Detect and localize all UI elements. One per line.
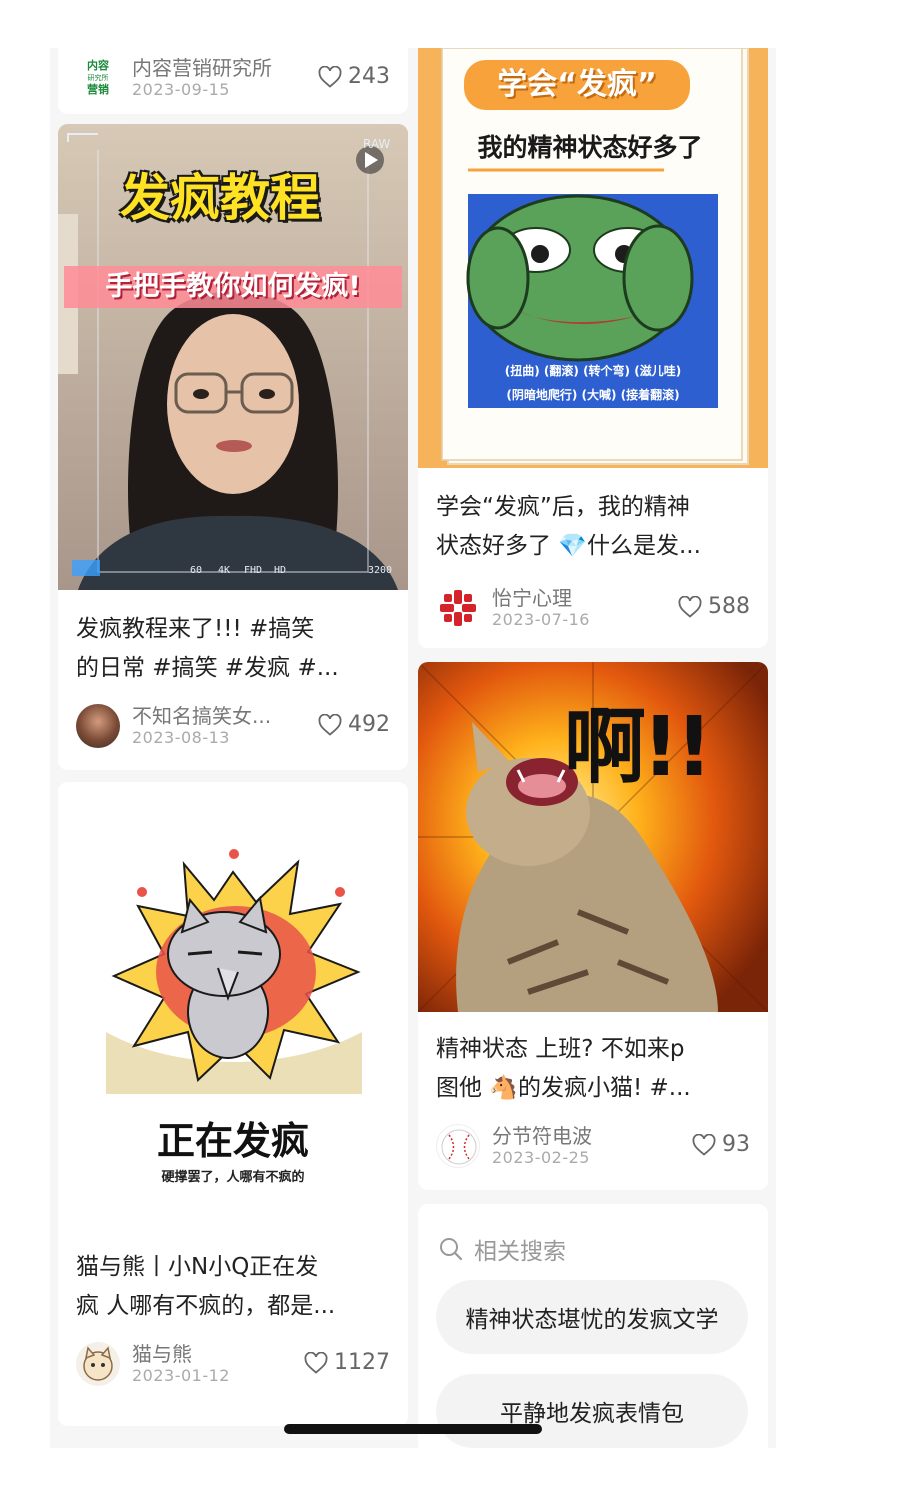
author-row: 怡宁心理 2023-07-16 588 (436, 582, 750, 634)
like-count: 93 (722, 1132, 750, 1157)
author-avatar[interactable] (436, 1124, 480, 1168)
like-count: 588 (708, 594, 750, 619)
post-title[interactable]: 精神状态 上班? 不如来p 图他 🐴的发疯小猫! #... (436, 1030, 750, 1108)
author-avatar[interactable] (76, 704, 120, 748)
heart-outline-icon (318, 65, 342, 88)
heart-outline-icon (318, 713, 342, 736)
svg-text:内容: 内容 (87, 58, 109, 72)
post-date: 2023-08-13 (132, 728, 230, 747)
cover-subtitle: 我的精神状态好多了 (477, 133, 703, 162)
author-name[interactable]: 不知名搞笑女... (132, 700, 271, 729)
post-title-line-2: 图他 🐴的发疯小猫! #... (436, 1075, 691, 1101)
svg-text:4K: 4K (218, 565, 230, 576)
like-button[interactable]: 93 (692, 1132, 750, 1157)
cover-subtitle: 手把手教你如何发疯! (64, 266, 402, 308)
like-button[interactable]: 1127 (304, 1350, 390, 1375)
svg-text:营销: 营销 (87, 82, 109, 96)
post-title-line-2: 疯 人哪有不疯的，都是... (76, 1293, 336, 1319)
cover-caption: 硬撑罢了，人哪有不疯的 (161, 1170, 305, 1185)
like-count: 1127 (334, 1350, 390, 1375)
related-search-chip[interactable]: 精神状态堪忧的发疯文学 (436, 1280, 748, 1354)
post-cover-image[interactable]: 正在发疯 硬撑罢了，人哪有不疯的 (58, 782, 408, 1236)
home-indicator[interactable] (284, 1424, 542, 1434)
svg-text:3200: 3200 (368, 565, 392, 576)
cover-heading: 正在发疯 (156, 1119, 309, 1163)
author-name[interactable]: 内容营销研究所 (132, 52, 272, 81)
cover-badge: 学会“发疯” (497, 67, 657, 102)
post-date: 2023-07-16 (492, 610, 590, 629)
post-title-line-2: 状态好多了 💎什么是发... (436, 533, 701, 559)
post-date: 2023-02-25 (492, 1148, 590, 1167)
author-name[interactable]: 怡宁心理 (492, 582, 572, 611)
post-card-content-marketing[interactable]: 内容 研究所 营销 内容营销研究所 2023-09-15 243 (58, 48, 408, 114)
author-row: 猫与熊 2023-01-12 1127 (76, 1338, 390, 1390)
heart-outline-icon (304, 1351, 328, 1374)
post-title-line-1: 猫与熊丨小N小Q正在发 (76, 1254, 319, 1280)
author-avatar[interactable] (76, 1342, 120, 1386)
related-search-chip[interactable]: 平静地发疯表情包 (436, 1374, 748, 1448)
post-card-crazy-cat[interactable]: 啊!! 精神状态 上班? 不如来p 图他 🐴的发疯小猫! #... 分节符电波 … (418, 662, 768, 1190)
cover-caption-1: (扭曲) (翻滚) (转个弯) (滋儿哇) (504, 364, 682, 378)
cat-avatar-icon (83, 1346, 113, 1381)
svg-text:HD: HD (274, 565, 286, 576)
svg-text:研究所: 研究所 (88, 73, 109, 82)
post-date: 2023-01-12 (132, 1366, 230, 1385)
post-cover-image[interactable]: 学会“发疯” 我的精神状态好多了 (扭曲) (翻滚) (转个弯) (滋儿哇) (… (418, 48, 768, 468)
author-avatar[interactable]: 内容 研究所 营销 (76, 56, 120, 100)
like-button[interactable]: 588 (678, 594, 750, 619)
post-title-line-1: 学会“发疯”后，我的精神 (436, 494, 690, 520)
author-row: 分节符电波 2023-02-25 93 (436, 1120, 750, 1172)
yining-logo-icon (440, 590, 476, 626)
related-search-header: 相关搜索 (438, 1232, 566, 1266)
cover-title: 发疯教程 (120, 169, 320, 227)
heart-outline-icon (692, 1133, 716, 1156)
post-title[interactable]: 学会“发疯”后，我的精神 状态好多了 💎什么是发... (436, 488, 750, 566)
like-button[interactable]: 243 (318, 64, 390, 89)
svg-text:FHD: FHD (244, 565, 262, 576)
like-button[interactable]: 492 (318, 712, 390, 737)
heart-outline-icon (678, 595, 702, 618)
author-row: 内容 研究所 营销 内容营销研究所 2023-09-15 243 (76, 52, 390, 104)
post-card-learn-to-go-crazy[interactable]: 学会“发疯” 我的精神状态好多了 (扭曲) (翻滚) (转个弯) (滋儿哇) (… (418, 48, 768, 648)
post-title-line-1: 精神状态 上班? 不如来p (436, 1036, 685, 1062)
post-card-cat-and-bear[interactable]: 正在发疯 硬撑罢了，人哪有不疯的 猫与熊丨小N小Q正在发 疯 人哪有不疯的，都是… (58, 782, 408, 1426)
pepe-frog-cover-image (418, 48, 768, 468)
post-date: 2023-09-15 (132, 80, 230, 99)
content-marketing-logo: 内容 研究所 营销 (76, 56, 120, 100)
author-avatar[interactable] (436, 586, 480, 630)
author-row: 不知名搞笑女... 2023-08-13 492 (76, 700, 390, 752)
like-count: 492 (348, 712, 390, 737)
author-name[interactable]: 猫与熊 (132, 1338, 192, 1367)
author-name[interactable]: 分节符电波 (492, 1120, 592, 1149)
search-icon (440, 1238, 463, 1261)
post-cover-image[interactable]: 啊!! (418, 662, 768, 1012)
post-title-line-2: 的日常 #搞笑 #发疯 #... (76, 655, 339, 681)
post-card-crazy-tutorial[interactable]: RAW 60 4K FHD HD 3200 发疯教程 手把手教你如何发疯! 发疯教程来… (58, 124, 408, 770)
post-cover-video[interactable]: RAW 60 4K FHD HD 3200 发疯教程 手把手教你如何发疯! (58, 124, 408, 590)
raw-label: RAW (363, 137, 390, 151)
related-search-panel: 相关搜索 精神状态堪忧的发疯文学 平静地发疯表情包 (418, 1204, 768, 1450)
related-search-label: 相关搜索 (474, 1239, 566, 1265)
baseball-avatar-icon (441, 1129, 477, 1165)
svg-text:60: 60 (190, 565, 202, 576)
post-title[interactable]: 发疯教程来了!!! #搞笑 的日常 #搞笑 #发疯 #... (76, 610, 390, 688)
cover-shout-text: 啊!! (564, 700, 713, 795)
like-count: 243 (348, 64, 390, 89)
post-title[interactable]: 猫与熊丨小N小Q正在发 疯 人哪有不疯的，都是... (76, 1248, 390, 1326)
post-title-line-1: 发疯教程来了!!! #搞笑 (76, 616, 315, 642)
cover-caption-2: (阴暗地爬行) (大喊) (接着翻滚) (506, 388, 680, 402)
